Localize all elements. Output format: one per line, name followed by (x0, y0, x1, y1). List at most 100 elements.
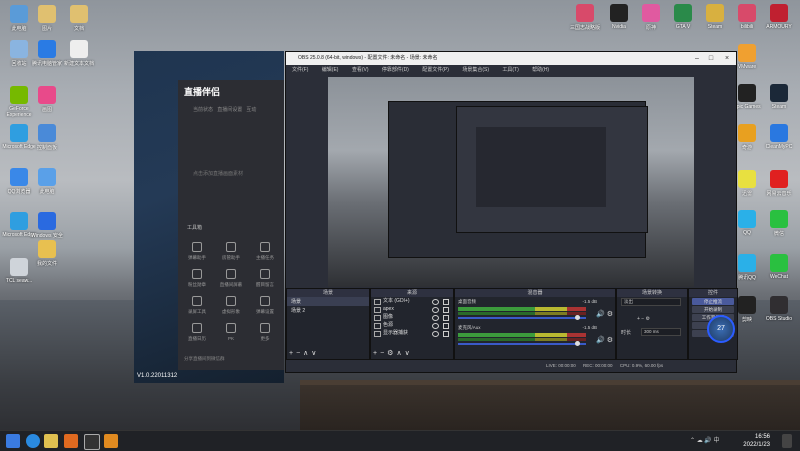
volume-slider-handle[interactable] (575, 315, 580, 320)
desktop-icon[interactable]: 三国志战略版 (566, 4, 604, 31)
source-item[interactable]: 文本 (GDI+) (371, 297, 453, 305)
system-tray[interactable]: ⌃ ☁ 🔊 中 (690, 434, 750, 448)
menu-profile[interactable]: 配置文件(P) (422, 67, 449, 73)
duration-row: 时长 300 ms (617, 327, 687, 340)
tool-label: 直播日历 (188, 336, 206, 341)
desktop-icon-label: 此电脑 (39, 189, 55, 195)
transition-add-row[interactable]: + − ⚙ (617, 314, 687, 327)
menu-tools[interactable]: 工具(T) (502, 67, 518, 73)
minimize-icon[interactable]: – (690, 52, 704, 65)
transition-type-select[interactable]: 淡出 (621, 298, 681, 306)
livehime-tab[interactable]: 当前状态 (193, 107, 213, 113)
livehime-tool-7[interactable]: 虚拟形象 (215, 296, 247, 315)
livehime-tab[interactable]: 互动 (246, 107, 256, 113)
obs-window: OBS 25.0.8 (64-bit, windows) - 配置文件: 未命名… (285, 51, 738, 373)
gear-icon[interactable]: ⚙ (607, 336, 613, 344)
livehime-version: V1.0.22011312 (137, 373, 178, 379)
desktop-icon[interactable]: ARMOURY (760, 4, 798, 30)
desktop-icon[interactable]: 此电脑 (28, 168, 66, 195)
scenes-dock: 场景 场景 场景 2 +−∧∨ (286, 288, 370, 360)
desktop-icon[interactable]: TCL seaw... (0, 258, 38, 284)
desktop-icon[interactable]: CleanMyPC (760, 124, 798, 150)
stop-streaming-button[interactable]: 停止推流 (692, 298, 734, 305)
livehime-tool-6[interactable]: 录屏工具 (181, 296, 213, 315)
livehime-tab[interactable]: 直播间设置 (217, 107, 242, 113)
taskbar: ⌃ ☁ 🔊 中 16:56 2022/1/23 (0, 430, 800, 451)
livehime-tool-9[interactable]: 直播日历 (181, 323, 213, 342)
menu-file[interactable]: 文件(F) (292, 67, 308, 73)
menu-scene-collection[interactable]: 场景集合(S) (462, 67, 489, 73)
start-recording-button[interactable]: 开始录制 (692, 306, 734, 313)
livehime-tool-10[interactable]: PK (215, 323, 247, 341)
app-icon (642, 4, 660, 22)
livehime-footer[interactable]: 分享直播间到微信群 (184, 356, 225, 362)
livehime-tool-11[interactable]: 更多 (249, 323, 281, 342)
desktop-icon-label: 微信 (773, 231, 784, 237)
volume-slider[interactable] (458, 317, 586, 319)
livehime-tool-2[interactable]: 主播任务 (249, 242, 281, 261)
duration-input[interactable]: 300 ms (641, 328, 681, 336)
maximize-icon[interactable]: □ (704, 52, 718, 65)
source-item[interactable]: 色源 (371, 321, 453, 329)
visibility-eye-icon[interactable] (432, 331, 439, 337)
mixer-channel: 麦克风/Aux -1.5 dB 🔊 ⚙ (455, 323, 615, 349)
qq-browser-taskbar-icon[interactable] (26, 434, 40, 448)
tool-icon (192, 242, 202, 252)
duration-label: 时长 (621, 330, 632, 336)
app-icon (38, 240, 56, 258)
menu-help[interactable]: 帮助(H) (532, 67, 549, 73)
menu-view[interactable]: 查看(V) (352, 67, 369, 73)
livehime-taskbar-icon[interactable] (64, 434, 78, 448)
tool-icon (226, 269, 236, 279)
desktop-icon[interactable]: 文档 (60, 5, 98, 32)
speaker-icon[interactable]: 🔊 (596, 310, 605, 318)
desktop-icon[interactable]: WeChat (760, 254, 798, 280)
app-icon (610, 4, 628, 22)
taskbar-clock[interactable]: 16:56 2022/1/23 (743, 433, 770, 449)
speaker-icon[interactable]: 🔊 (596, 336, 605, 344)
livehime-tool-5[interactable]: 醒目留言 (249, 269, 281, 288)
gear-icon[interactable]: ⚙ (607, 310, 613, 318)
volume-slider[interactable] (458, 343, 586, 345)
desktop-icon[interactable]: 网易云音乐 (760, 170, 798, 197)
app-icon (38, 86, 56, 104)
app-icon (770, 84, 788, 102)
obs-taskbar-icon[interactable] (84, 434, 100, 450)
notification-icon[interactable] (782, 434, 792, 448)
desktop-icon[interactable]: Windows 安全 (28, 212, 66, 239)
scene-item[interactable]: 场景 2 (287, 306, 369, 315)
volume-slider-handle[interactable] (575, 341, 580, 346)
livehime-tabs: 当前状态 直播间设置 互动 (193, 106, 256, 113)
windows-start-icon[interactable] (6, 434, 20, 448)
menu-edit[interactable]: 编辑(E) (322, 67, 339, 73)
livehime-tool-4[interactable]: 直播间屏蔽 (215, 269, 247, 288)
desktop-icon[interactable]: 控制面板 (28, 124, 66, 151)
desktop-icon[interactable]: 画图 (28, 86, 66, 113)
mixer-dock: 混音器 桌面音频 -1.5 dB 🔊 ⚙ 麦克风/Aux -1.5 dB 🔊 ⚙ (454, 288, 616, 360)
livehime-tool-1[interactable]: 房管助手 (215, 242, 247, 261)
menu-docks[interactable]: 停靠部件(D) (382, 67, 409, 73)
desktop-icon[interactable]: 新建文本文档 (60, 40, 98, 67)
source-item[interactable]: 显示器捕获 (371, 329, 453, 337)
obs-preview[interactable] (328, 77, 694, 287)
desktop-icon[interactable]: 微信 (760, 210, 798, 237)
lock-icon[interactable] (443, 331, 449, 337)
desktop-icon[interactable]: Steam (760, 84, 798, 110)
close-icon[interactable]: × (720, 52, 734, 65)
source-item[interactable]: 图像 (371, 313, 453, 321)
mixer-channel-db: -1.5 dB (582, 325, 597, 330)
obs-titlebar: OBS 25.0.8 (64-bit, windows) - 配置文件: 未命名… (286, 52, 736, 65)
desktop-icon[interactable]: OBS Studio (760, 296, 798, 322)
speed-widget[interactable]: 27 (707, 315, 735, 343)
scene-item[interactable]: 场景 (287, 297, 369, 306)
sources-toolbar[interactable]: +−⚙∧∨ (373, 349, 413, 357)
scenes-toolbar[interactable]: +−∧∨ (289, 349, 319, 357)
source-item[interactable]: apex (371, 305, 453, 313)
file-explorer-taskbar-icon[interactable] (44, 434, 58, 448)
desktop-icon-label: 画图 (41, 107, 52, 113)
app-taskbar-icon[interactable] (104, 434, 118, 448)
livehime-tools-title: 工具箱 (187, 225, 203, 231)
livehime-tool-8[interactable]: 弹幕设置 (249, 296, 281, 315)
livehime-tool-0[interactable]: 弹幕助手 (181, 242, 213, 261)
livehime-tool-3[interactable]: 粉丝勋章 (181, 269, 213, 288)
